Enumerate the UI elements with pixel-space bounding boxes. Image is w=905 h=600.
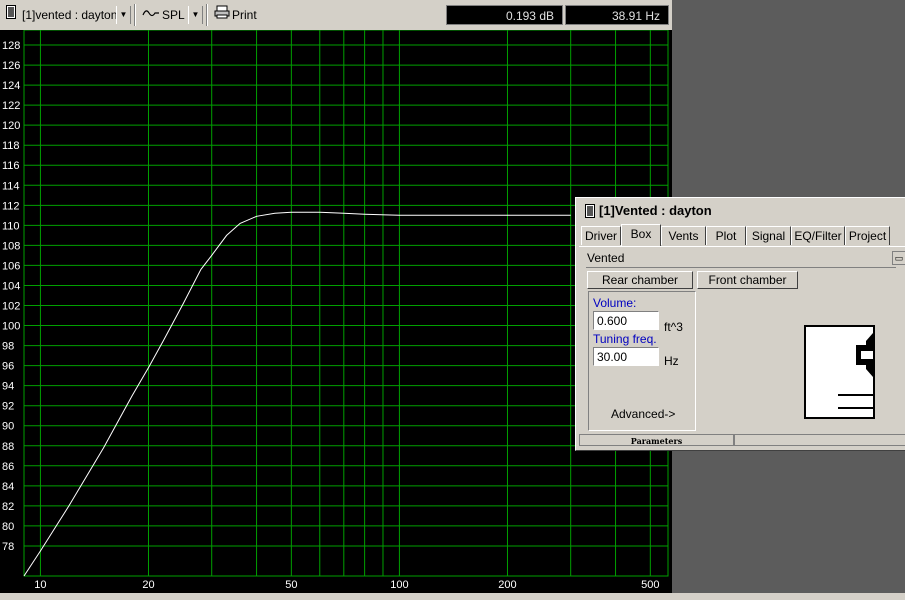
y-tick-label: 100 <box>2 321 20 333</box>
y-tick-label: 126 <box>2 60 20 72</box>
spl-chart: 78 80 82 84 86 88 90 92 94 96 98 100 102 104 106 108 110… <box>2 30 669 591</box>
plot-type-dropdown-icon[interactable]: ▼ <box>188 6 203 24</box>
x-tick-label: 50 <box>285 579 297 591</box>
y-tick-label: 96 <box>2 361 14 373</box>
y-tick-label: 102 <box>2 301 20 313</box>
tab-signal[interactable]: Signal <box>746 226 791 245</box>
tuning-freq-unit: Hz <box>664 354 679 368</box>
y-tick-label: 82 <box>2 501 14 513</box>
y-tick-label: 114 <box>2 180 20 192</box>
y-tick-label: 90 <box>2 421 14 433</box>
front-chamber-button[interactable]: Front chamber <box>697 271 798 289</box>
y-tick-label: 106 <box>2 260 20 272</box>
y-tick-label: 116 <box>2 160 20 172</box>
tab-plot[interactable]: Plot <box>706 226 746 245</box>
toolbar-separator <box>134 4 136 26</box>
y-tick-label: 128 <box>2 40 20 52</box>
main-window: [1]vented : dayton ▼ SPL ▼ Print 0.193 d… <box>0 0 672 593</box>
plot-background <box>24 30 668 576</box>
document-selector-dropdown-icon[interactable]: ▼ <box>116 6 131 24</box>
x-tick-label: 10 <box>34 579 46 591</box>
y-tick-label: 110 <box>2 220 20 232</box>
divider <box>586 267 896 268</box>
y-tick-label: 80 <box>2 521 14 533</box>
y-tick-label: 108 <box>2 240 20 252</box>
tab-vents[interactable]: Vents <box>661 226 706 245</box>
y-tick-label: 118 <box>2 140 20 152</box>
x-tick-label: 20 <box>142 579 154 591</box>
volume-unit: ft^3 <box>664 320 683 334</box>
x-tick-label: 500 <box>641 579 659 591</box>
y-tick-label: 112 <box>2 200 20 212</box>
panel-status-bar: Parameters <box>579 434 905 448</box>
document-icon <box>585 204 595 224</box>
box-type-label: Vented <box>587 251 625 265</box>
panel-title: [1]Vented : dayton <box>599 203 712 218</box>
y-tick-label: 98 <box>2 341 14 353</box>
document-icon <box>6 5 16 25</box>
volume-input[interactable]: 0.600 <box>593 311 659 330</box>
plot-type-selector[interactable]: SPL <box>162 5 185 25</box>
x-tick-label: 200 <box>498 579 516 591</box>
volume-label: Volume: <box>593 296 637 310</box>
hz-readout: 38.91 Hz <box>565 5 669 25</box>
status-segment <box>734 434 905 446</box>
tab-box[interactable]: Box <box>621 224 661 246</box>
spl-plot-area[interactable]: 78 80 82 84 86 88 90 92 94 96 98 100 102 104 106 108 110… <box>0 30 672 593</box>
rear-chamber-button[interactable]: Rear chamber <box>587 271 693 289</box>
y-tick-label: 94 <box>2 381 14 393</box>
parameters-status: Parameters <box>579 434 734 446</box>
tab-eq-filter[interactable]: EQ/Filter <box>791 226 845 245</box>
panel-title-bar[interactable]: [1]Vented : dayton <box>579 201 905 221</box>
tuning-freq-input[interactable]: 30.00 <box>593 347 659 366</box>
y-tick-label: 122 <box>2 100 20 112</box>
bottom-bar <box>0 593 905 600</box>
y-tick-label: 78 <box>2 541 14 553</box>
box-preview <box>804 325 875 419</box>
tab-driver[interactable]: Driver <box>581 226 621 245</box>
advanced-button[interactable]: Advanced-> <box>611 407 675 421</box>
box-tab-content: Vented ▭ Rear chamber Front chamber Volu… <box>579 246 905 433</box>
x-tick-label: 100 <box>390 579 408 591</box>
y-tick-label: 92 <box>2 401 14 413</box>
spl-wave-icon <box>142 5 160 25</box>
y-tick-label: 124 <box>2 80 20 92</box>
toolbar-separator <box>206 4 208 26</box>
print-button[interactable]: Print <box>232 5 257 25</box>
y-tick-label: 88 <box>2 441 14 453</box>
tab-project[interactable]: Project <box>845 226 890 245</box>
tuning-freq-label: Tuning freq. <box>593 332 657 346</box>
y-tick-label: 84 <box>2 481 14 493</box>
toolbar: [1]vented : dayton ▼ SPL ▼ Print 0.193 d… <box>0 0 672 31</box>
printer-icon[interactable] <box>214 5 230 25</box>
y-tick-label: 104 <box>2 280 20 292</box>
document-selector[interactable]: [1]vented : dayton <box>22 5 117 25</box>
box-parameters-window: [1]Vented : dayton Driver Box Vents Plot… <box>575 197 905 451</box>
box-options-icon[interactable]: ▭ <box>892 251 905 265</box>
speaker-cabinet-icon <box>838 333 873 409</box>
y-tick-label: 86 <box>2 461 14 473</box>
rear-chamber-group: Volume: 0.600 ft^3 Tuning freq. 30.00 Hz… <box>588 291 696 431</box>
y-tick-label: 120 <box>2 120 20 132</box>
panel-tabs: Driver Box Vents Plot Signal EQ/Filter P… <box>579 224 905 246</box>
db-readout: 0.193 dB <box>446 5 563 25</box>
